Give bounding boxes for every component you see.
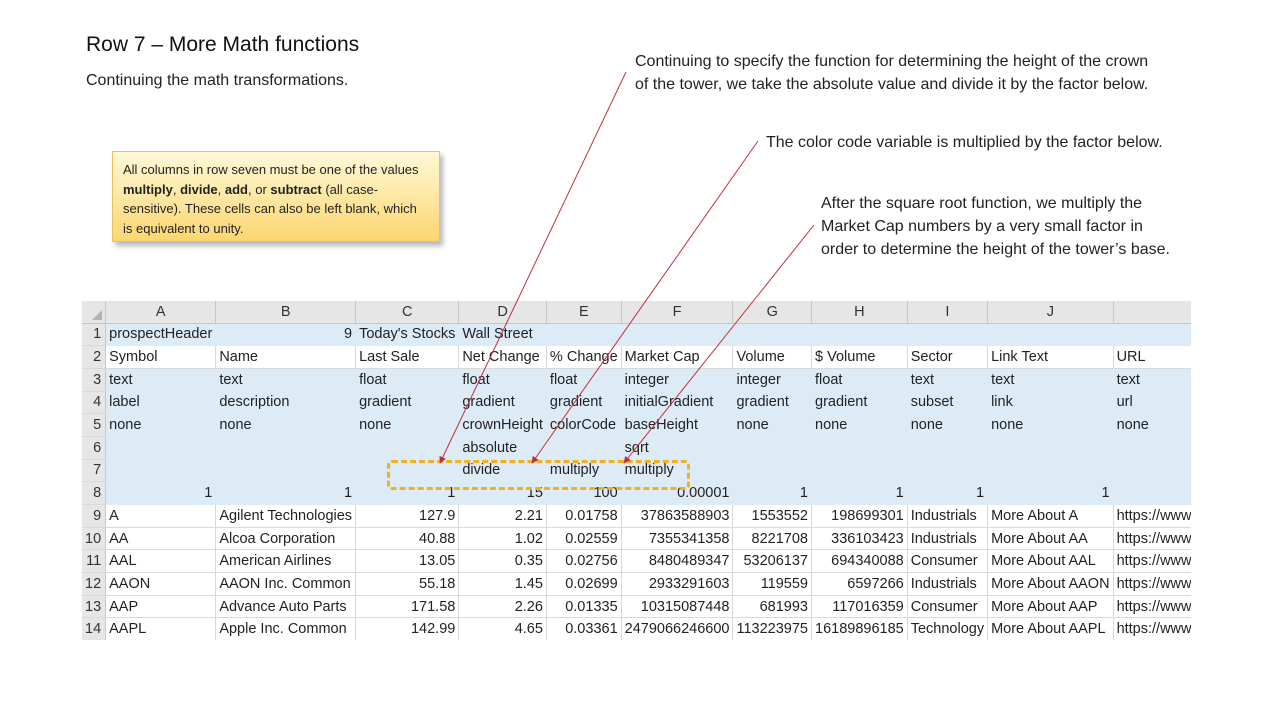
arrow-color-code	[531, 140, 759, 464]
arrow-crown-height	[439, 71, 627, 464]
callout-arrows	[439, 71, 815, 464]
arrow-base-height	[623, 224, 815, 464]
